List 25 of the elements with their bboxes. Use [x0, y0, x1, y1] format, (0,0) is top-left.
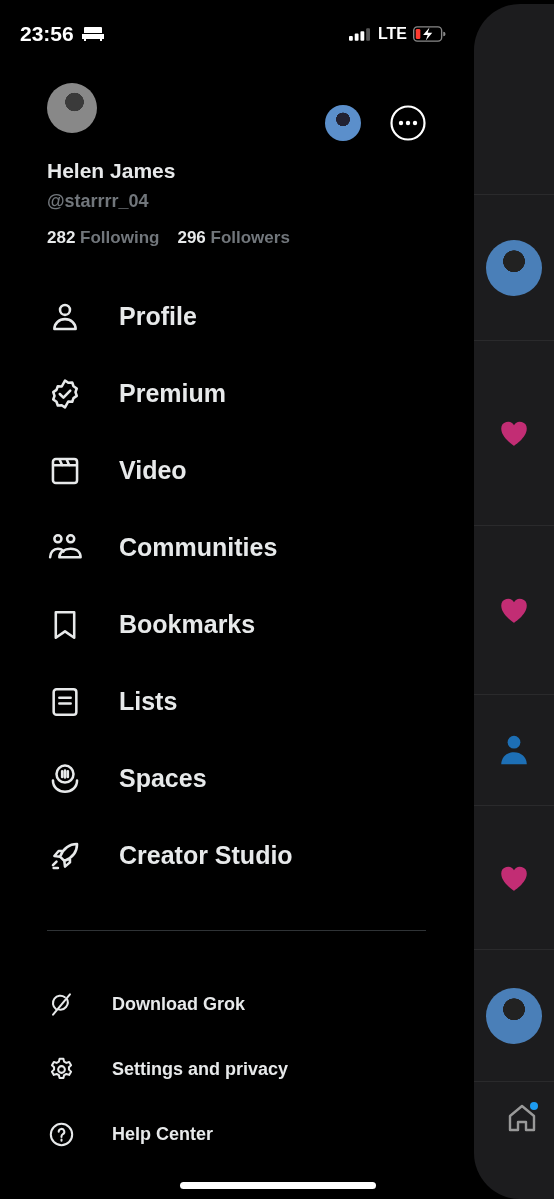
battery-icon — [413, 26, 446, 42]
menu-item[interactable]: Bookmarks — [119, 610, 256, 639]
followers-link[interactable]: 296 Followers — [177, 228, 290, 248]
menu-item[interactable]: Help Center — [112, 1124, 214, 1145]
account-handle: @starrrr_04 — [47, 191, 150, 212]
avatar[interactable] — [325, 105, 361, 141]
menu-item[interactable]: Video — [119, 456, 187, 485]
help-icon[interactable] — [48, 1121, 75, 1148]
account-name: Helen James — [47, 159, 177, 183]
menu-item[interactable]: Profile — [119, 302, 197, 331]
signal-icon — [348, 27, 370, 41]
following-link[interactable]: 282 Following — [47, 228, 160, 248]
more-icon[interactable] — [390, 105, 426, 141]
menu-item[interactable]: Creator Studio — [119, 841, 293, 870]
home-icon[interactable] — [506, 1102, 538, 1134]
status-time: 23:56 — [20, 22, 74, 46]
avatar[interactable] — [47, 83, 97, 133]
menu-item[interactable]: Communities — [119, 533, 278, 562]
menu-item[interactable]: Premium — [119, 379, 226, 408]
menu-item[interactable]: Download Grok — [112, 994, 245, 1015]
menu-item[interactable]: Spaces — [119, 764, 207, 793]
bed-icon — [81, 27, 104, 41]
menu-item[interactable]: Settings and privacy — [112, 1059, 289, 1080]
network-label: LTE — [377, 25, 407, 43]
menu-item[interactable]: Lists — [119, 687, 178, 716]
